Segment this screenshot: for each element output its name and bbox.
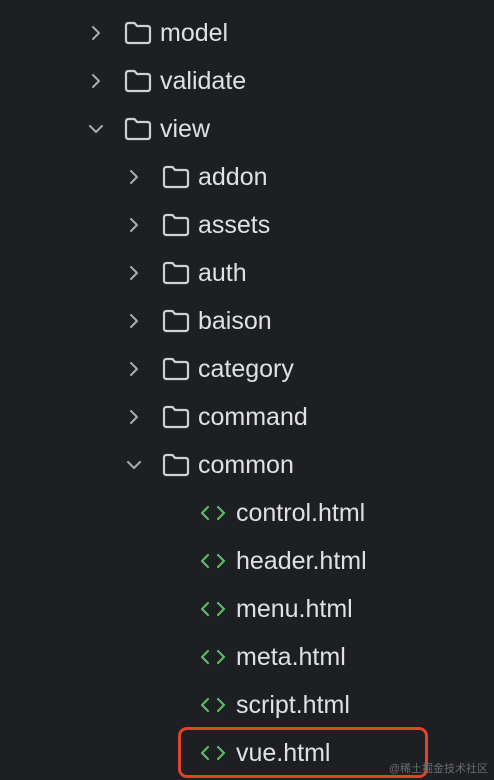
tree-file-row[interactable]: control.html — [0, 489, 494, 537]
tree-file-row[interactable]: script.html — [0, 681, 494, 729]
html-file-icon — [198, 596, 228, 622]
chevron-right-icon[interactable] — [124, 263, 144, 283]
project-tree: model validate view addon assets auth baison ca… — [0, 0, 494, 780]
folder-icon — [161, 308, 191, 334]
folder-icon — [123, 68, 153, 94]
tree-folder-row[interactable]: view — [0, 105, 494, 153]
tree-item-label: addon — [198, 163, 268, 191]
chevron-right-icon[interactable] — [86, 23, 106, 43]
html-file-icon — [198, 692, 228, 718]
html-file-icon — [198, 500, 228, 526]
folder-icon — [161, 212, 191, 238]
watermark: @稀土掘金技术社区 — [388, 763, 488, 775]
tree-item-label: validate — [160, 67, 247, 95]
chevron-right-icon[interactable] — [124, 407, 144, 427]
tree-item-label: category — [198, 355, 294, 383]
tree-item-label: view — [160, 115, 211, 143]
folder-icon — [123, 20, 153, 46]
tree-item-label: common — [198, 451, 294, 479]
chevron-down-icon[interactable] — [124, 455, 144, 475]
tree-item-label: auth — [198, 259, 247, 287]
tree-folder-row[interactable]: auth — [0, 249, 494, 297]
tree-item-label: assets — [198, 211, 271, 239]
tree-item-label: control.html — [236, 499, 366, 527]
tree-item-label: command — [198, 403, 308, 431]
tree-item-label: header.html — [236, 547, 367, 575]
tree-folder-row[interactable]: validate — [0, 57, 494, 105]
folder-icon — [161, 404, 191, 430]
tree-folder-row[interactable]: baison — [0, 297, 494, 345]
tree-file-row[interactable]: menu.html — [0, 585, 494, 633]
tree-item-label: baison — [198, 307, 272, 335]
chevron-down-icon[interactable] — [86, 119, 106, 139]
tree-file-row[interactable]: meta.html — [0, 633, 494, 681]
chevron-right-icon[interactable] — [124, 311, 144, 331]
tree-item-label: menu.html — [236, 595, 353, 623]
chevron-right-icon[interactable] — [124, 167, 144, 187]
folder-icon — [161, 164, 191, 190]
chevron-right-icon[interactable] — [86, 71, 106, 91]
folder-icon — [161, 452, 191, 478]
tree-folder-row[interactable]: common — [0, 441, 494, 489]
tree-folder-row[interactable]: addon — [0, 153, 494, 201]
folder-icon — [123, 116, 153, 142]
tree-item-label: script.html — [236, 691, 350, 719]
folder-icon — [161, 260, 191, 286]
tree-folder-row[interactable]: assets — [0, 201, 494, 249]
tree-folder-row[interactable]: category — [0, 345, 494, 393]
html-file-icon — [198, 548, 228, 574]
chevron-right-icon[interactable] — [124, 359, 144, 379]
tree-folder-row[interactable]: model — [0, 9, 494, 57]
folder-icon — [161, 356, 191, 382]
tree-folder-row[interactable]: command — [0, 393, 494, 441]
tree-item-label: meta.html — [236, 643, 346, 671]
tree-item-label: model — [160, 19, 229, 47]
html-file-icon — [198, 644, 228, 670]
tree-file-row[interactable]: header.html — [0, 537, 494, 585]
chevron-right-icon[interactable] — [124, 215, 144, 235]
